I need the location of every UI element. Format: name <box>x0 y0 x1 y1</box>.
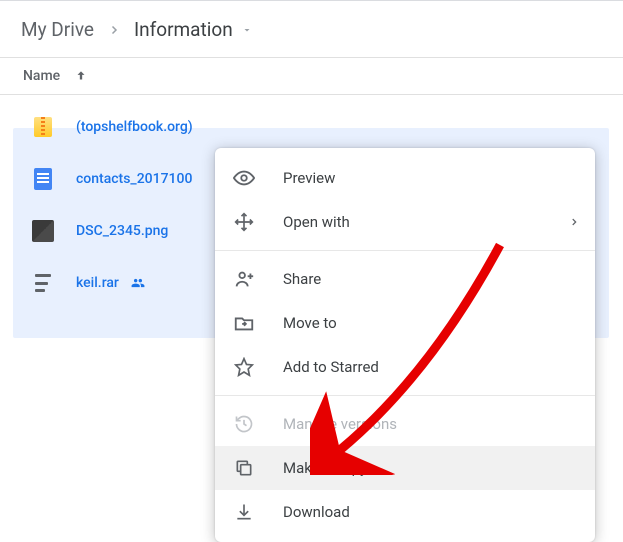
menu-label: Make a copy <box>283 459 367 477</box>
menu-item-add-starred[interactable]: Add to Starred <box>215 345 595 389</box>
file-name: (topshelfbook.org) <box>76 119 193 135</box>
chevron-right-icon <box>569 213 579 231</box>
column-header-label: Name <box>23 68 60 84</box>
column-header-name[interactable]: Name <box>0 58 623 95</box>
context-menu: Preview Open with Share Move to Add to S… <box>215 148 595 542</box>
menu-divider <box>215 250 595 251</box>
move-arrows-icon <box>233 212 255 232</box>
menu-label: Move to <box>283 314 337 332</box>
menu-item-manage-versions: Manage versions <box>215 402 595 446</box>
doc-file-icon <box>32 168 54 190</box>
breadcrumb-root[interactable]: My Drive <box>21 18 94 41</box>
rar-file-icon <box>32 272 54 294</box>
menu-label: Share <box>283 270 321 288</box>
chevron-right-icon <box>108 18 120 41</box>
menu-item-preview[interactable]: Preview <box>215 156 595 200</box>
menu-item-share[interactable]: Share <box>215 257 595 301</box>
eye-icon <box>233 167 255 189</box>
arrow-up-icon <box>74 69 88 83</box>
menu-item-download[interactable]: Download <box>215 490 595 534</box>
zip-file-icon <box>32 116 54 138</box>
breadcrumb-current[interactable]: Information <box>134 18 253 41</box>
folder-move-icon <box>233 312 255 334</box>
menu-divider <box>215 395 595 396</box>
shared-icon <box>129 276 147 290</box>
menu-label: Preview <box>283 169 335 187</box>
file-name: contacts_2017100 <box>76 171 192 187</box>
file-name: DSC_2345.png <box>76 223 168 239</box>
menu-item-open-with[interactable]: Open with <box>215 200 595 244</box>
file-row[interactable]: (topshelfbook.org) <box>0 101 623 153</box>
caret-down-icon <box>241 18 253 41</box>
menu-item-make-copy[interactable]: Make a copy <box>215 446 595 490</box>
breadcrumb: My Drive Information <box>5 1 623 57</box>
download-icon <box>233 502 255 522</box>
menu-item-move-to[interactable]: Move to <box>215 301 595 345</box>
copy-icon <box>233 458 255 478</box>
person-add-icon <box>233 268 255 290</box>
menu-label: Open with <box>283 213 350 231</box>
menu-label: Download <box>283 503 350 521</box>
history-icon <box>233 414 255 434</box>
menu-label: Manage versions <box>283 415 397 433</box>
star-icon <box>233 357 255 377</box>
file-name: keil.rar <box>76 275 119 291</box>
breadcrumb-current-label: Information <box>134 18 233 41</box>
toolbar: My Drive Information <box>0 0 623 58</box>
menu-label: Add to Starred <box>283 358 379 376</box>
image-file-icon <box>32 220 54 242</box>
